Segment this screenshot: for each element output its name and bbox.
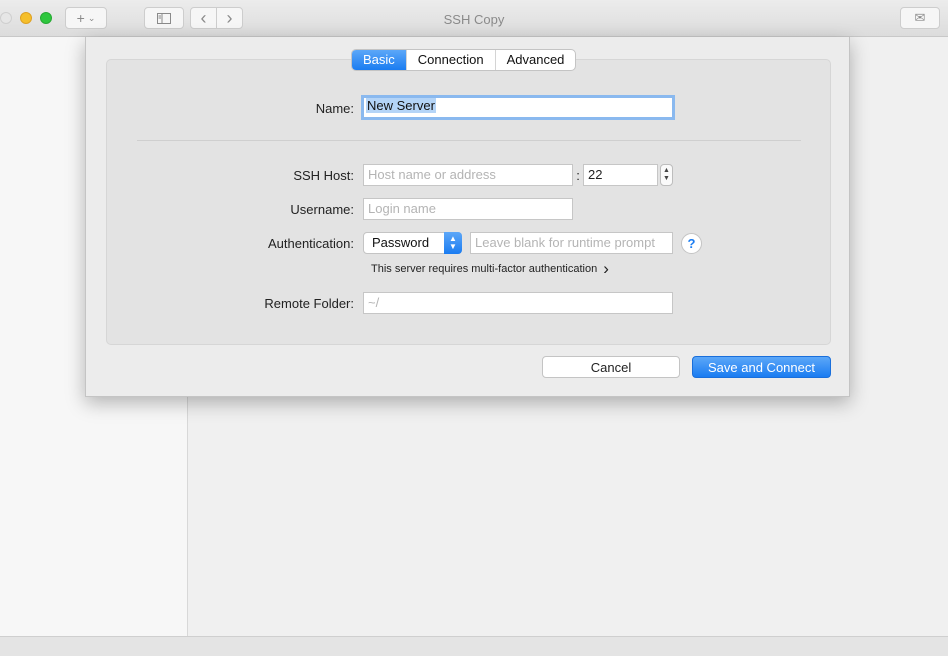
help-button[interactable]: ?	[681, 233, 702, 254]
authentication-popup[interactable]: Password ▲ ▼	[363, 232, 462, 254]
tab-advanced[interactable]: Advanced	[494, 50, 576, 70]
tab-connection[interactable]: Connection	[405, 50, 495, 70]
port-field[interactable]: 22	[583, 164, 658, 186]
popup-arrows-icon: ▲ ▼	[444, 232, 462, 254]
stepper-up-icon: ▲	[663, 167, 670, 174]
remote-folder-label: Remote Folder:	[264, 296, 354, 311]
cancel-button[interactable]: Cancel	[542, 356, 680, 378]
tab-basic[interactable]: Basic	[352, 50, 406, 70]
server-settings-sheet: Name: New Server SSH Host: Host name or …	[85, 37, 850, 397]
username-label: Username:	[290, 202, 354, 217]
window-titlebar: + ⌄ ‹ › SSH Copy ✉	[0, 0, 948, 37]
tab-bar: Basic Connection Advanced	[351, 49, 577, 71]
password-field[interactable]: Leave blank for runtime prompt	[470, 232, 673, 254]
name-label: Name:	[315, 101, 354, 116]
port-stepper[interactable]: ▲ ▼	[660, 164, 673, 186]
mail-button[interactable]: ✉	[900, 7, 940, 29]
username-field[interactable]: Login name	[363, 198, 573, 220]
name-field[interactable]: New Server	[361, 95, 675, 120]
chevron-right-icon: ›	[603, 259, 609, 278]
name-field-value: New Server	[366, 98, 436, 113]
mail-icon: ✉	[914, 10, 926, 25]
status-bar	[0, 636, 948, 656]
ssh-host-label: SSH Host:	[293, 168, 354, 183]
authentication-label: Authentication:	[267, 236, 354, 251]
ssh-host-field[interactable]: Host name or address	[363, 164, 573, 186]
form-panel: Name: New Server SSH Host: Host name or …	[106, 59, 831, 345]
port-separator: :	[576, 168, 580, 183]
form-divider	[137, 140, 801, 141]
stepper-down-icon: ▼	[663, 175, 670, 182]
save-and-connect-button[interactable]: Save and Connect	[692, 356, 831, 378]
mfa-text: This server requires multi-factor authen…	[371, 263, 598, 275]
authentication-popup-value: Password	[372, 235, 430, 250]
mfa-disclosure[interactable]: This server requires multi-factor authen…	[371, 259, 609, 278]
window-title: SSH Copy	[443, 12, 505, 27]
remote-folder-field[interactable]: ~/	[363, 292, 673, 314]
